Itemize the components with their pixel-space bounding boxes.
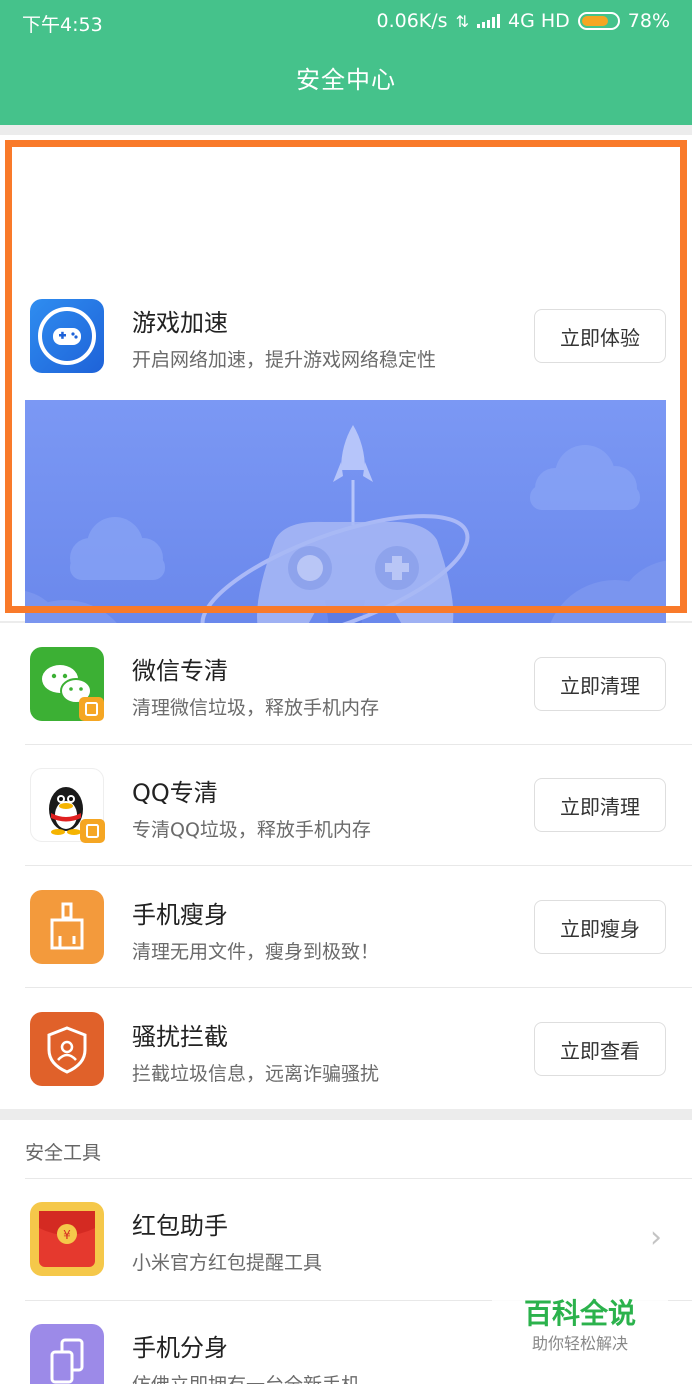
status-bar: 下午4:53 0.06K/s ⇅ 4G HD 78% — [0, 0, 692, 44]
wechat-clean-button[interactable]: 立即清理 — [534, 657, 666, 711]
red-envelope-icon: ¥ — [30, 1202, 104, 1276]
section-title: 安全工具 — [25, 1142, 102, 1164]
broom-icon — [30, 890, 104, 964]
dual-phone-icon — [30, 1324, 104, 1384]
battery-percent: 78% — [627, 10, 670, 32]
qq-clean-button[interactable]: 立即清理 — [534, 778, 666, 832]
dual-phone-title: 手机分身 — [132, 1334, 228, 1362]
chevron-right-icon: › — [650, 1220, 662, 1255]
game-boost-subtitle: 开启网络加速，提升游戏网络稳定性 — [132, 349, 437, 371]
feature-list: 微信专清 清理微信垃圾，释放手机内存 立即清理 QQ专清 专清QQ垃圾，释放手机… — [0, 623, 692, 1109]
try-now-button[interactable]: 立即体验 — [534, 309, 666, 363]
gamepad-icon — [30, 299, 104, 373]
wechat-clean-title: 微信专清 — [132, 657, 228, 685]
harass-block-subtitle: 拦截垃圾信息，远离诈骗骚扰 — [132, 1063, 380, 1085]
red-envelope-subtitle: 小米官方红包提醒工具 — [132, 1252, 323, 1274]
game-boost-card[interactable]: 游戏加速 开启网络加速，提升游戏网络稳定性 立即体验 — [0, 135, 692, 720]
signal-icon — [476, 14, 500, 28]
divider — [25, 1178, 692, 1179]
watermark: 百科全说 助你轻松解决 — [492, 1284, 668, 1364]
page-title: 安全中心 — [296, 66, 396, 94]
shield-user-icon — [30, 1012, 104, 1086]
phone-slim-subtitle: 清理无用文件，瘦身到极致！ — [132, 941, 380, 963]
harass-block-title: 骚扰拦截 — [132, 1023, 228, 1051]
battery-fill — [581, 16, 609, 26]
red-envelope-title: 红包助手 — [132, 1212, 228, 1240]
qq-clean-title: QQ专清 — [132, 779, 218, 807]
phone-slim-title: 手机瘦身 — [132, 901, 228, 929]
qq-penguin-icon — [30, 768, 105, 843]
divider — [25, 744, 692, 745]
qq-clean-subtitle: 专清QQ垃圾，释放手机内存 — [132, 819, 371, 841]
divider — [25, 865, 692, 866]
network-speed: 0.06K/s — [376, 10, 448, 32]
wechat-clean-subtitle: 清理微信垃圾，释放手机内存 — [132, 697, 380, 719]
status-time: 下午4:53 — [22, 14, 103, 36]
game-boost-title: 游戏加速 — [132, 309, 228, 337]
phone-slim-button[interactable]: 立即瘦身 — [534, 900, 666, 954]
battery-icon — [577, 12, 620, 30]
app-header: 下午4:53 0.06K/s ⇅ 4G HD 78% 安全中心 — [0, 0, 692, 125]
harass-block-button[interactable]: 立即查看 — [534, 1022, 666, 1076]
wechat-icon — [30, 647, 104, 721]
watermark-subtitle: 助你轻松解决 — [531, 1334, 628, 1353]
network-type: 4G HD — [507, 10, 570, 32]
status-indicators: 0.06K/s ⇅ 4G HD 78% — [377, 10, 671, 32]
divider — [25, 987, 692, 988]
data-activity-icon: ⇅ — [455, 11, 469, 31]
watermark-title: 百科全说 — [523, 1297, 636, 1330]
svg-text:¥: ¥ — [63, 1228, 71, 1242]
dual-phone-subtitle: 仿佛立即拥有一台全新手机 — [132, 1370, 360, 1384]
